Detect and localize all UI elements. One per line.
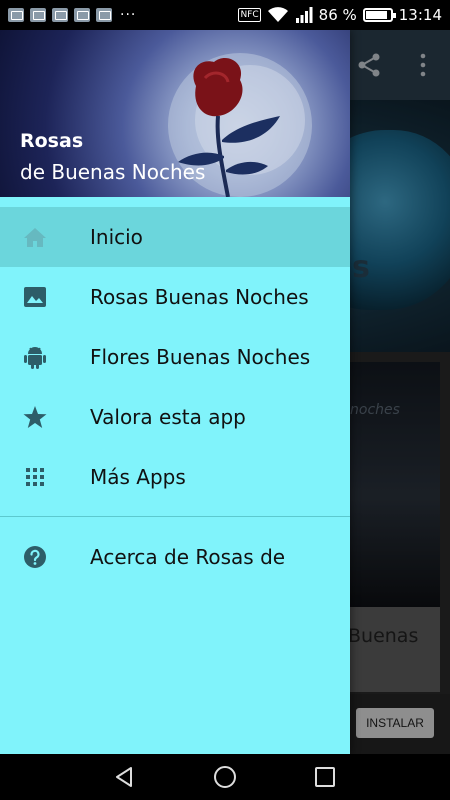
grid-icon <box>26 468 44 486</box>
home-circle-icon[interactable] <box>213 765 237 789</box>
navigation-drawer: Rosas de Buenas Noches Inicio Rosas Buen… <box>0 30 350 754</box>
menu-item-flores-buenas-noches[interactable]: Flores Buenas Noches <box>0 327 350 387</box>
menu-item-mas-apps[interactable]: Más Apps <box>0 447 350 507</box>
image-notification-icon <box>30 8 46 22</box>
drawer-menu: Inicio Rosas Buenas Noches Flores Buenas… <box>0 207 350 587</box>
back-icon[interactable] <box>112 765 136 789</box>
menu-item-label: Rosas Buenas Noches <box>90 285 309 309</box>
image-notification-icon <box>8 8 24 22</box>
menu-item-label: Flores Buenas Noches <box>90 345 311 369</box>
more-notifications-icon: ··· <box>120 7 137 23</box>
image-notification-icon <box>96 8 112 22</box>
menu-item-label: Valora esta app <box>90 405 246 429</box>
wifi-icon <box>267 7 288 22</box>
image-notification-icon <box>74 8 90 22</box>
menu-divider <box>0 516 350 517</box>
android-icon <box>24 347 46 369</box>
star-icon <box>23 406 47 428</box>
drawer-subtitle: de Buenas Noches <box>20 160 206 184</box>
menu-item-label: Inicio <box>90 225 143 249</box>
home-icon <box>24 228 46 247</box>
system-navigation-bar <box>0 754 450 800</box>
drawer-header: Rosas de Buenas Noches <box>0 30 350 197</box>
image-icon <box>24 287 46 307</box>
clock: 13:14 <box>398 6 442 24</box>
menu-item-inicio[interactable]: Inicio <box>0 207 350 267</box>
drawer-title: Rosas <box>20 130 84 152</box>
menu-item-label: Acerca de Rosas de <box>90 545 286 569</box>
nfc-icon: NFC <box>238 8 261 22</box>
battery-icon <box>362 8 396 22</box>
menu-item-valora-esta-app[interactable]: Valora esta app <box>0 387 350 447</box>
status-bar: ··· NFC 86 % 13:14 <box>0 0 450 30</box>
recents-icon[interactable] <box>314 765 336 789</box>
image-notification-icon <box>52 8 68 22</box>
menu-item-acerca-de[interactable]: Acerca de Rosas de <box>0 527 350 587</box>
help-icon <box>24 546 46 568</box>
menu-item-label: Más Apps <box>90 465 186 489</box>
notification-icons: ··· <box>8 7 136 23</box>
menu-item-rosas-buenas-noches[interactable]: Rosas Buenas Noches <box>0 267 350 327</box>
battery-percent: 86 % <box>318 6 357 24</box>
signal-icon <box>295 7 313 23</box>
